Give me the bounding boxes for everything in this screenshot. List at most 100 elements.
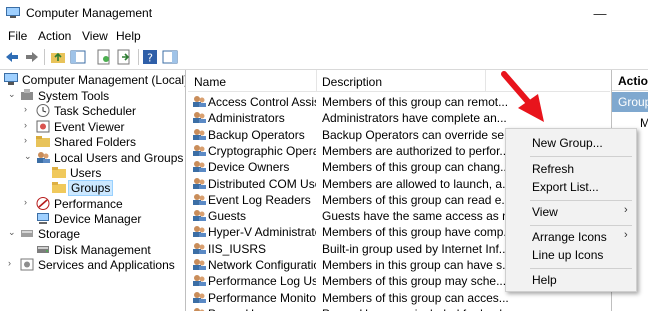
group-name: Access Control Assist... <box>208 95 316 109</box>
services-icon <box>20 258 34 271</box>
group-icon <box>193 242 206 254</box>
computer-management-app-icon <box>6 7 20 18</box>
export-list-icon[interactable] <box>116 49 132 65</box>
group-name: Backup Operators <box>208 127 305 142</box>
chevron-right-icon[interactable]: › <box>8 258 18 268</box>
group-name: Power Users <box>208 307 316 311</box>
context-menu-line-up-icons[interactable]: Line up Icons <box>506 245 636 265</box>
group-icon <box>193 177 206 189</box>
context-menu-view[interactable]: View › <box>506 202 636 222</box>
column-divider[interactable] <box>316 70 317 92</box>
column-divider[interactable] <box>485 70 486 92</box>
menu-item-label: New Group... <box>532 136 603 150</box>
shared-folder-icon <box>36 136 50 147</box>
actions-more-item[interactable]: M <box>640 116 648 130</box>
menu-help[interactable]: Help <box>116 29 141 43</box>
event-viewer-icon <box>36 120 50 133</box>
group-name: Hyper-V Administrators <box>208 225 316 240</box>
group-name: Performance Monitor ... <box>208 290 316 305</box>
disk-icon <box>37 246 49 253</box>
tree-item-label: Services and Applications <box>38 258 175 272</box>
tree-item-label: Device Manager <box>54 212 142 226</box>
minimize-button[interactable]: — <box>580 0 620 27</box>
group-icon <box>193 128 206 140</box>
folder-icon <box>52 182 66 193</box>
up-folder-icon[interactable] <box>50 49 66 65</box>
console-tree: Computer Management (Local) ⌄ System Too… <box>0 70 186 311</box>
group-name: Device Owners <box>208 160 290 175</box>
context-menu: New Group... Refresh Export List... View… <box>505 128 637 292</box>
menu-separator <box>530 268 632 269</box>
context-menu-export-list[interactable]: Export List... <box>506 177 636 197</box>
context-menu-arrange-icons[interactable]: Arrange Icons › <box>506 227 636 247</box>
chevron-down-icon[interactable]: ⌄ <box>24 151 34 162</box>
menu-item-label: Line up Icons <box>532 248 604 262</box>
group-icon <box>193 144 206 156</box>
title-bar: Computer Management — <box>0 0 648 27</box>
group-icon <box>193 210 206 222</box>
tree-item-label: Task Scheduler <box>54 104 137 118</box>
tree-item-label: System Tools <box>38 89 110 103</box>
context-menu-refresh[interactable]: Refresh <box>506 159 636 179</box>
forward-arrow-icon[interactable] <box>24 49 40 65</box>
chevron-right-icon[interactable]: › <box>24 135 34 145</box>
view-pane-icon[interactable] <box>162 49 178 65</box>
tree-item-label: Shared Folders <box>54 135 137 149</box>
group-name: Administrators <box>208 111 285 126</box>
show-hide-tree-icon[interactable] <box>70 49 86 65</box>
group-icon <box>193 96 206 107</box>
context-menu-new-group[interactable]: New Group... <box>506 133 636 153</box>
group-description: Administrators have complete an... <box>322 111 507 126</box>
group-description: Members of this group can remot... <box>322 95 509 109</box>
chevron-right-icon: › <box>624 204 628 216</box>
chevron-right-icon[interactable]: › <box>24 104 34 114</box>
tree-item-label: Disk Management <box>54 243 151 257</box>
toolbar-separator <box>138 49 139 65</box>
menu-view[interactable]: View <box>82 29 108 43</box>
actions-groups-section[interactable]: Group <box>612 92 648 112</box>
menu-item-label: Help <box>532 273 557 287</box>
group-icon <box>193 275 206 287</box>
menu-action[interactable]: Action <box>38 29 71 43</box>
group-icon <box>193 112 206 124</box>
menu-file[interactable]: File <box>8 29 27 43</box>
device-manager-icon <box>37 213 49 224</box>
group-name: Guests <box>208 209 247 224</box>
group-description: Members of this group can acces... <box>322 290 509 305</box>
group-name: Performance Log Users <box>208 274 316 289</box>
tree-item-label: Local Users and Groups <box>54 151 184 165</box>
menu-item-label: View <box>532 205 558 219</box>
group-description: Power Users are included for back... <box>322 307 610 311</box>
storage-icon <box>21 230 33 237</box>
help-icon[interactable]: ? <box>142 49 158 65</box>
tree-item-label: Computer Management (Local) <box>22 73 186 87</box>
group-name: Cryptographic Operat... <box>208 143 316 158</box>
chevron-right-icon[interactable]: › <box>24 120 34 130</box>
group-name: Distributed COM Users <box>208 176 316 191</box>
column-header-description[interactable]: Description <box>322 75 382 89</box>
system-tools-icon <box>21 89 33 100</box>
group-icon <box>193 259 206 270</box>
tree-item-label: Performance <box>54 197 123 211</box>
context-menu-help[interactable]: Help <box>506 270 636 290</box>
chevron-down-icon[interactable]: ⌄ <box>8 89 18 100</box>
chevron-down-icon[interactable]: ⌄ <box>8 227 18 238</box>
column-header-name[interactable]: Name <box>194 75 226 89</box>
group-name: IIS_IUSRS <box>208 241 267 256</box>
red-arrow-annotation-icon <box>501 71 544 122</box>
toolbar-separator <box>44 49 45 65</box>
group-icon <box>193 226 206 238</box>
properties-icon[interactable] <box>96 49 112 65</box>
menu-item-label: Arrange Icons <box>532 230 607 244</box>
tree-item-label: Storage <box>38 227 81 241</box>
menu-bar: File Action View Help <box>0 27 648 45</box>
menu-separator <box>530 156 632 157</box>
tree-item-label: Event Viewer <box>54 120 125 134</box>
chevron-right-icon: › <box>624 229 628 241</box>
group-icon <box>193 193 206 205</box>
chevron-right-icon[interactable]: › <box>24 197 34 207</box>
back-arrow-icon[interactable] <box>4 49 20 65</box>
toolbar: ? <box>0 45 648 70</box>
users-groups-icon <box>37 152 50 163</box>
group-row[interactable]: Power Users Power Users are included for … <box>188 306 610 311</box>
